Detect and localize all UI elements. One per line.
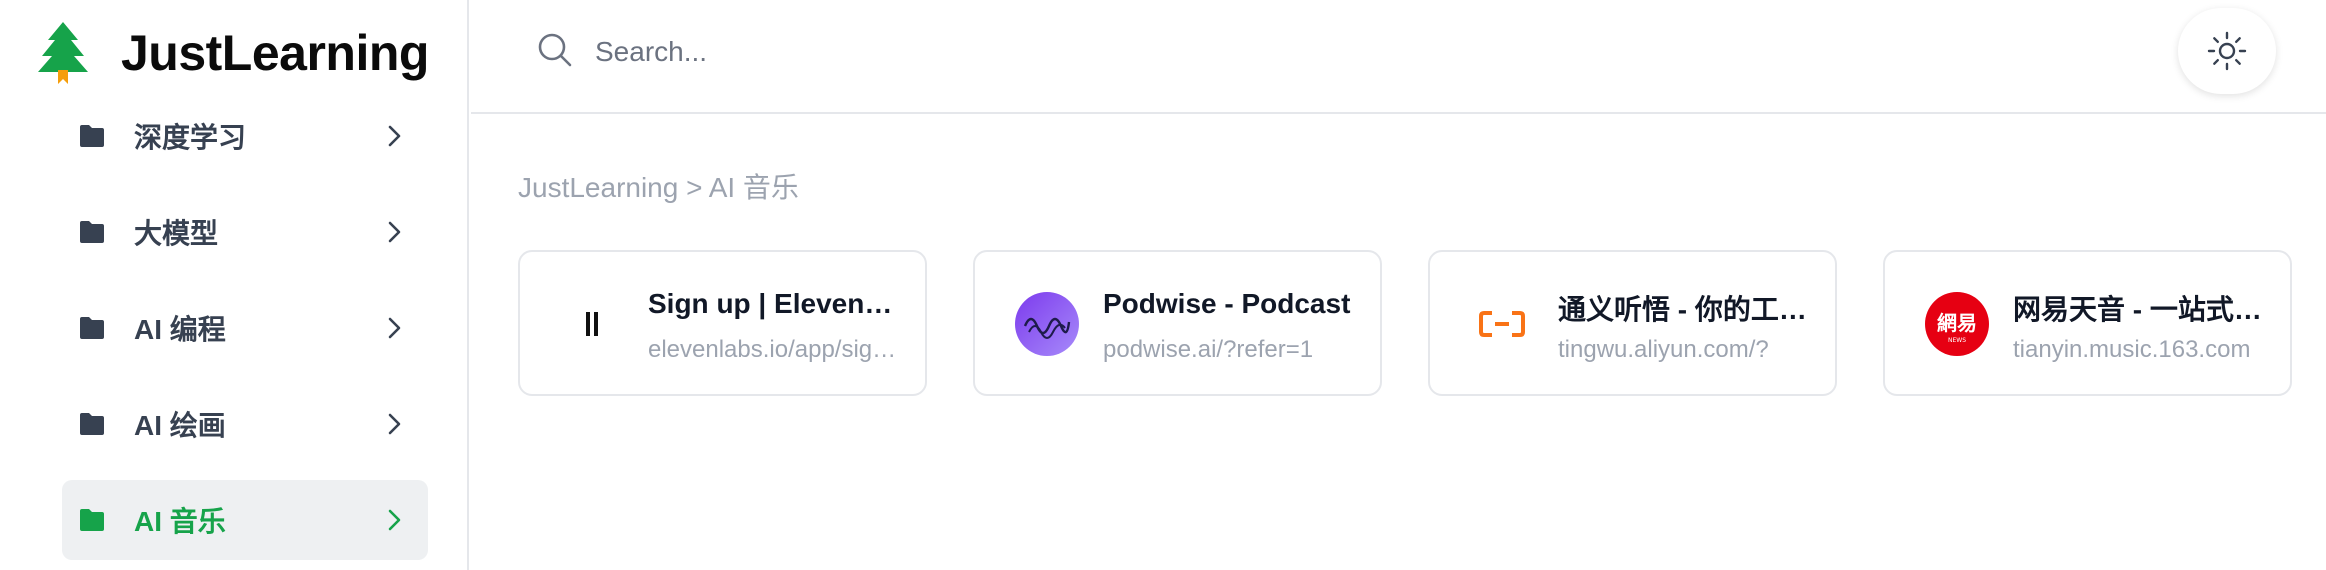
sidebar-item-label: 大模型 xyxy=(134,218,219,249)
app-name: JustLearning xyxy=(121,25,429,81)
top-bar xyxy=(471,0,2326,114)
folder-icon xyxy=(80,317,104,339)
card-title: 网易天音 - 一站式AI音乐创作 xyxy=(2013,294,2269,325)
logo[interactable]: JustLearning xyxy=(36,18,429,88)
aliyun-icon xyxy=(1470,292,1534,356)
chevron-right-icon xyxy=(388,317,401,339)
theme-toggle-button[interactable] xyxy=(2178,8,2276,94)
sidebar-item-label: 深度学习 xyxy=(134,122,247,153)
search-icon xyxy=(538,33,572,67)
card-title: Sign up | ElevenLabs xyxy=(648,288,904,319)
folder-icon xyxy=(80,509,104,531)
sidebar-nav: 深度学习 大模型 AI 编程 AI 绘画 AI 音乐 xyxy=(62,96,428,570)
card-title: 通义听悟 - 你的工作学习AI助手 xyxy=(1558,294,1814,325)
netease-logo-text: 網易 xyxy=(1937,311,1977,335)
link-card-podwise[interactable]: Podwise - Podcast podwise.ai/?refer=1 xyxy=(973,250,1382,396)
sun-icon xyxy=(2207,31,2247,71)
netease-icon: 網易 NEWS xyxy=(1925,292,1989,356)
sidebar-item-ai-music[interactable]: AI 音乐 xyxy=(62,480,428,560)
tree-logo-icon xyxy=(38,22,88,84)
link-card-tingwu[interactable]: 通义听悟 - 你的工作学习AI助手 tingwu.aliyun.com/? xyxy=(1428,250,1837,396)
card-url: tianyin.music.163.com xyxy=(2013,336,2251,363)
sidebar: JustLearning 深度学习 大模型 AI 编程 AI 绘画 AI 音乐 xyxy=(0,0,469,570)
card-url: tingwu.aliyun.com/? xyxy=(1558,336,1769,363)
search-input[interactable] xyxy=(595,24,1295,80)
sidebar-item-label: AI 绘画 xyxy=(134,410,226,441)
chevron-right-icon xyxy=(388,509,401,531)
netease-logo-subtext: NEWS xyxy=(1948,337,1966,344)
sidebar-item-deep-learning[interactable]: 深度学习 xyxy=(62,96,428,176)
chevron-right-icon xyxy=(388,221,401,243)
podwise-icon xyxy=(1015,292,1079,356)
app-root: JustLearning 深度学习 大模型 AI 编程 AI 绘画 AI 音乐 … xyxy=(0,0,2326,570)
folder-icon xyxy=(80,221,104,243)
link-card-tianyin[interactable]: 網易 NEWS 网易天音 - 一站式AI音乐创作 tianyin.music.1… xyxy=(1883,250,2292,396)
chevron-right-icon xyxy=(388,413,401,435)
breadcrumb: JustLearning > AI 音乐 xyxy=(518,172,799,203)
card-title: Podwise - Podcast xyxy=(1103,288,1351,319)
folder-icon xyxy=(80,413,104,435)
sidebar-item-llm[interactable]: 大模型 xyxy=(62,192,428,272)
card-url: podwise.ai/?refer=1 xyxy=(1103,336,1314,363)
folder-icon xyxy=(80,125,104,147)
link-card-elevenlabs[interactable]: Sign up | ElevenLabs elevenlabs.io/app/s… xyxy=(518,250,927,396)
card-url: elevenlabs.io/app/sign-up xyxy=(648,336,904,363)
chevron-right-icon xyxy=(388,125,401,147)
elevenlabs-icon xyxy=(560,292,624,356)
sidebar-item-ai-painting[interactable]: AI 绘画 xyxy=(62,384,428,464)
sidebar-item-label: AI 音乐 xyxy=(134,506,226,537)
sidebar-item-label: AI 编程 xyxy=(134,314,226,345)
sidebar-item-ai-coding[interactable]: AI 编程 xyxy=(62,288,428,368)
